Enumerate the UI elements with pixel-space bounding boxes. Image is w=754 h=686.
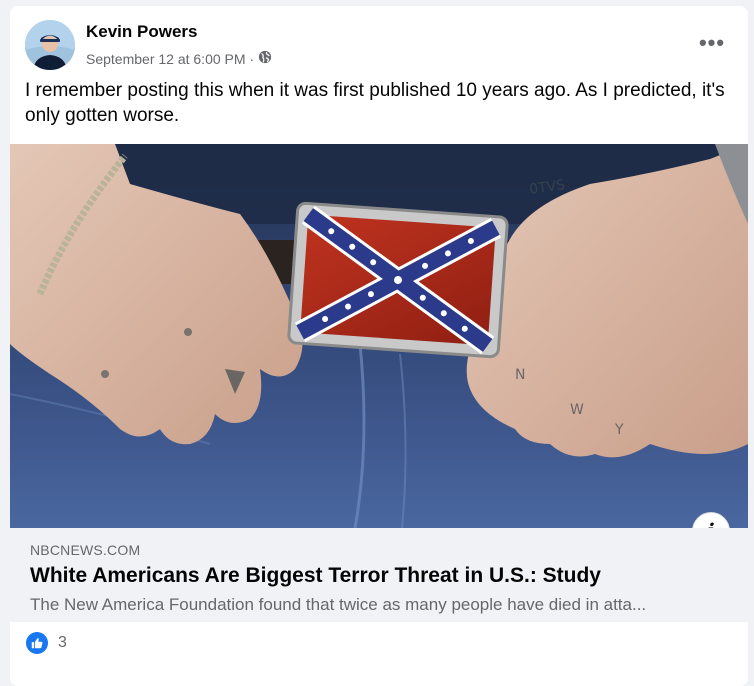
reactions-summary[interactable]: 3 bbox=[26, 632, 67, 654]
link-preview-image[interactable]: 0TVS N W Y bbox=[10, 144, 748, 528]
globe-icon[interactable] bbox=[258, 50, 272, 67]
author-name[interactable]: Kevin Powers bbox=[86, 22, 198, 42]
author-avatar[interactable] bbox=[25, 20, 75, 70]
link-title[interactable]: White Americans Are Biggest Terror Threa… bbox=[30, 564, 601, 588]
link-domain: NBCNEWS.COM bbox=[30, 542, 141, 558]
reaction-count: 3 bbox=[58, 634, 67, 651]
post-card: Kevin Powers September 12 at 6:00 PM · •… bbox=[10, 6, 748, 686]
link-preview[interactable]: NBCNEWS.COM White Americans Are Biggest … bbox=[10, 528, 748, 622]
like-icon bbox=[26, 632, 48, 654]
post-message: I remember posting this when it was firs… bbox=[25, 80, 725, 126]
svg-text:W: W bbox=[570, 402, 584, 418]
more-options-button[interactable]: ••• bbox=[694, 28, 730, 58]
post-meta: September 12 at 6:00 PM · bbox=[86, 50, 272, 67]
svg-text:N: N bbox=[515, 367, 525, 383]
post-timestamp[interactable]: September 12 at 6:00 PM bbox=[86, 51, 246, 67]
post-header: Kevin Powers September 12 at 6:00 PM · •… bbox=[10, 6, 748, 78]
svg-text:Y: Y bbox=[614, 422, 624, 438]
link-description: The New America Foundation found that tw… bbox=[30, 595, 647, 614]
meta-separator: · bbox=[249, 50, 255, 67]
